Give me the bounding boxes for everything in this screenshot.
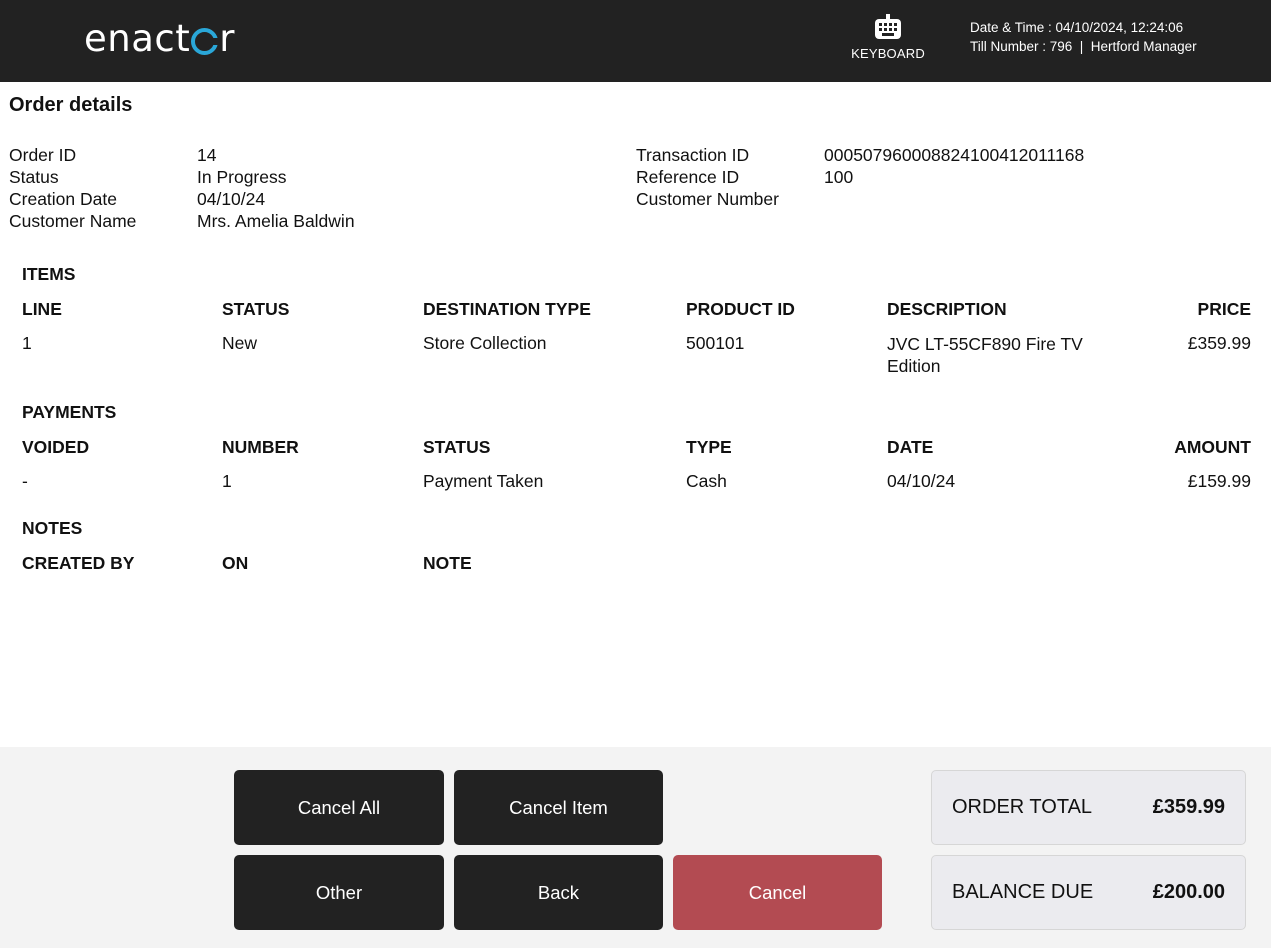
item-description: JVC LT-55CF890 Fire TV Edition	[887, 334, 1083, 376]
status-value: In Progress	[197, 167, 287, 187]
item-price: £359.99	[1187, 333, 1251, 353]
payments-col-date: DATE	[887, 437, 934, 457]
items-col-status: STATUS	[222, 299, 290, 319]
cancel-button[interactable]: Cancel	[673, 855, 882, 930]
customer-name-row: Customer Name Mrs. Amelia Baldwin	[9, 210, 355, 232]
order-total-label: ORDER TOTAL	[952, 796, 1093, 818]
keyboard-button[interactable]: KEYBOARD	[840, 14, 936, 61]
payments-col-number: NUMBER	[222, 437, 299, 457]
customer-name-label: Customer Name	[9, 211, 137, 231]
order-id-label: Order ID	[9, 145, 77, 165]
items-col-price: PRICE	[1197, 299, 1251, 319]
cancel-all-button[interactable]: Cancel All	[234, 770, 444, 845]
items-col-destination: DESTINATION TYPE	[423, 299, 591, 319]
transaction-id-row: Transaction ID 00050796000882410041201116…	[636, 144, 1084, 166]
till-text: Till Number : 796 | Hertford Manager	[970, 39, 1197, 54]
reference-id-label: Reference ID	[636, 167, 740, 187]
notes-section-title: NOTES	[22, 518, 83, 538]
order-total-value: £359.99	[1152, 796, 1225, 818]
payment-status: Payment Taken	[423, 471, 544, 491]
order-id-value: 14	[197, 145, 217, 165]
back-button[interactable]: Back	[454, 855, 663, 930]
payments-col-amount: AMOUNT	[1174, 437, 1251, 457]
items-section-title: ITEMS	[22, 264, 76, 284]
cancel-item-button[interactable]: Cancel Item	[454, 770, 663, 845]
status-row: Status In Progress	[9, 166, 355, 188]
order-total-box: ORDER TOTAL £359.99	[931, 770, 1246, 845]
keyboard-label: KEYBOARD	[851, 46, 925, 61]
item-product-id: 500101	[686, 333, 745, 353]
items-col-line: LINE	[22, 299, 62, 319]
items-col-product-id: PRODUCT ID	[686, 299, 795, 319]
other-button[interactable]: Other	[234, 855, 444, 930]
reference-id-value: 100	[824, 167, 854, 187]
datetime-text: Date & Time : 04/10/2024, 12:24:06	[970, 20, 1184, 35]
customer-name-value: Mrs. Amelia Baldwin	[197, 211, 355, 231]
payments-section-title: PAYMENTS	[22, 402, 117, 422]
reference-id-row: Reference ID 100	[636, 166, 1084, 188]
balance-due-label: BALANCE DUE	[952, 881, 1094, 903]
balance-due-box: BALANCE DUE £200.00	[931, 855, 1246, 930]
order-info-left: Order ID 14 Status In Progress Creation Da…	[9, 144, 355, 232]
app-header: enact r KEYBOARD Date & Time : 04/10/2024…	[0, 0, 1271, 82]
item-status: New	[222, 333, 258, 353]
item-line: 1	[22, 333, 32, 353]
action-footer: Cancel All Cancel Item Other Back Cancel…	[0, 747, 1271, 948]
creation-date-value: 04/10/24	[197, 189, 266, 209]
session-info: Date & Time : 04/10/2024, 12:24:06 Till …	[970, 18, 1197, 56]
creation-date-label: Creation Date	[9, 189, 117, 209]
payments-col-voided: VOIDED	[22, 437, 90, 457]
payment-type: Cash	[686, 471, 727, 491]
transaction-id-value: 000507960008824100412011168	[824, 145, 1085, 165]
payments-col-type: TYPE	[686, 437, 732, 457]
notes-col-created-by: CREATED BY	[22, 553, 135, 573]
order-info-right: Transaction ID 00050796000882410041201116…	[636, 144, 1084, 210]
items-col-description: DESCRIPTION	[887, 299, 1007, 319]
payments-col-status: STATUS	[423, 437, 491, 457]
status-label: Status	[9, 167, 59, 187]
order-id-row: Order ID 14	[9, 144, 355, 166]
notes-col-note: NOTE	[423, 553, 472, 573]
customer-number-row: Customer Number	[636, 188, 1084, 210]
page-title: Order details	[9, 94, 133, 116]
payment-amount: £159.99	[1187, 471, 1251, 491]
payment-date: 04/10/24	[887, 471, 956, 491]
logo-o-mark	[191, 27, 221, 55]
item-destination: Store Collection	[423, 333, 547, 353]
enactor-logo: enact r	[84, 16, 235, 60]
creation-date-row: Creation Date 04/10/24	[9, 188, 355, 210]
balance-due-value: £200.00	[1152, 881, 1225, 903]
transaction-id-label: Transaction ID	[636, 145, 750, 165]
customer-number-label: Customer Number	[636, 189, 779, 209]
payment-voided: -	[22, 471, 28, 491]
payment-number: 1	[222, 471, 232, 491]
notes-col-on: ON	[222, 553, 249, 573]
keyboard-icon	[875, 14, 901, 39]
